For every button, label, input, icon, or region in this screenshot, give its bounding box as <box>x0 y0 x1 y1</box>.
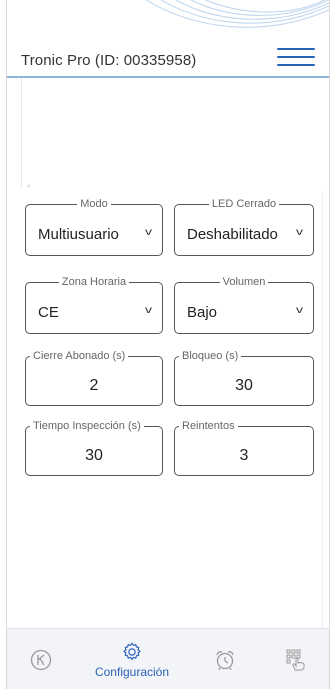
led-cerrado-select[interactable]: LED Cerrado Deshabilitado v <box>174 198 314 256</box>
tiempo-inspeccion-label: Tiempo Inspección (s) <box>30 420 144 432</box>
header-wave-decoration <box>145 0 329 28</box>
menu-line <box>277 48 315 50</box>
chevron-down-icon: v <box>145 305 152 316</box>
volumen-select[interactable]: Volumen Bajo v <box>174 276 314 334</box>
alarm-clock-icon <box>216 650 234 670</box>
cierre-abonado-label: Cierre Abonado (s) <box>30 350 129 362</box>
bloqueo-field[interactable]: Bloqueo (s) 30 <box>174 350 314 406</box>
app-frame: Tronic Pro (ID: 00335958) ° Modo Multius… <box>6 0 330 689</box>
menu-line <box>277 56 315 58</box>
nav-item-alarm[interactable] <box>205 629 245 689</box>
menu-line <box>277 64 315 66</box>
chevron-down-icon: v <box>296 305 303 316</box>
nav-item-configuracion[interactable]: Configuración <box>89 629 175 689</box>
nav-item-keypad[interactable] <box>21 629 61 689</box>
gear-icon <box>123 642 141 660</box>
volumen-label: Volumen <box>219 276 269 288</box>
cierre-abonado-value: 2 <box>89 377 99 394</box>
tiempo-inspeccion-value: 30 <box>85 447 103 464</box>
header-divider <box>7 76 329 78</box>
zona-horaria-value: CE <box>38 304 59 321</box>
tiempo-inspeccion-field[interactable]: Tiempo Inspección (s) 30 <box>25 420 163 476</box>
cierre-abonado-field[interactable]: Cierre Abonado (s) 2 <box>25 350 163 406</box>
volumen-value: Bajo <box>187 304 218 321</box>
zona-horaria-select[interactable]: Zona Horaria CE v <box>25 276 163 334</box>
modo-value: Multiusuario <box>38 226 119 243</box>
chevron-down-icon: v <box>296 227 303 238</box>
bottom-navigation: Configuración <box>7 628 329 689</box>
reintentos-value: 3 <box>239 447 249 464</box>
reintentos-label: Reintentos <box>179 420 238 432</box>
bloqueo-label: Bloqueo (s) <box>179 350 242 362</box>
zona-horaria-label: Zona Horaria <box>58 276 130 288</box>
decorative-rule <box>21 78 22 188</box>
modo-select[interactable]: Modo Multiusuario v <box>25 198 163 256</box>
page-title: Tronic Pro (ID: 00335958) <box>21 52 197 69</box>
bloqueo-value: 30 <box>235 377 253 394</box>
configuration-panel: Modo Multiusuario v LED Cerrado Deshabil… <box>21 190 323 628</box>
modo-label: Modo <box>77 198 111 210</box>
nav-label-configuracion: Configuración <box>94 664 170 679</box>
nav-item-keypad-touch[interactable] <box>277 629 317 689</box>
keypad-hand-icon <box>286 649 305 670</box>
led-cerrado-label: LED Cerrado <box>208 198 280 210</box>
chevron-down-icon: v <box>145 227 152 238</box>
keypad-circle-icon <box>30 649 52 670</box>
reintentos-field[interactable]: Reintentos 3 <box>174 420 314 476</box>
led-cerrado-value: Deshabilitado <box>187 226 278 243</box>
decorative-rule <box>322 190 323 628</box>
hamburger-menu-button[interactable] <box>275 43 317 71</box>
